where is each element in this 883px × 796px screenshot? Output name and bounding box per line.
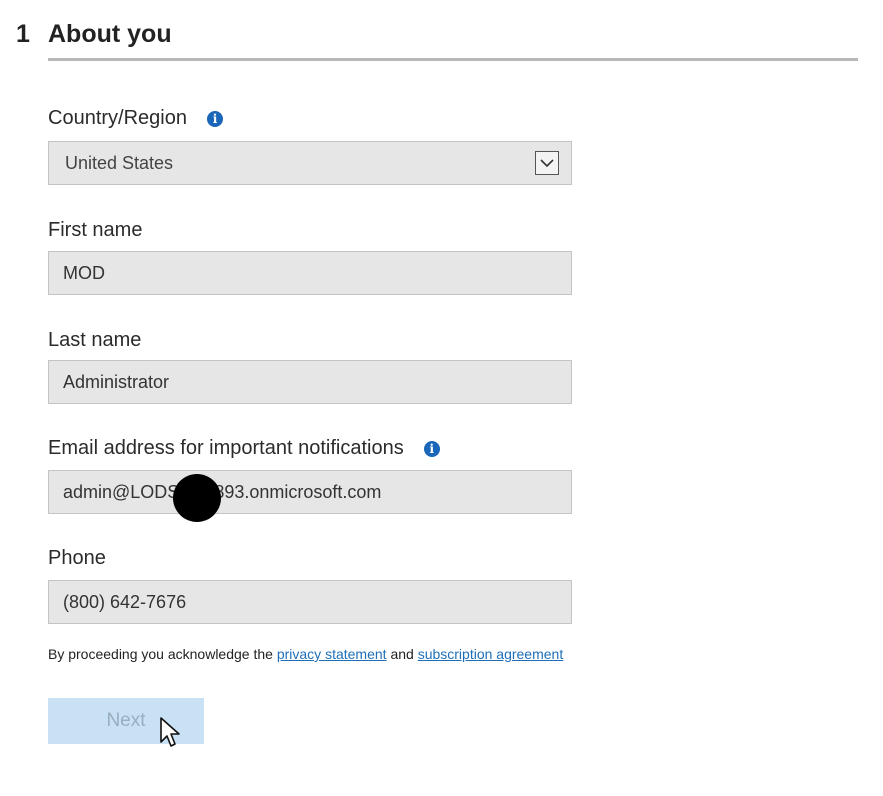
phone-label: Phone xyxy=(48,547,106,570)
section-header: 1 About you xyxy=(16,20,172,49)
step-number: 1 xyxy=(16,20,30,48)
header-divider xyxy=(48,58,858,61)
ack-prefix: By proceeding you acknowledge the xyxy=(48,646,273,662)
mouse-pointer-icon xyxy=(159,716,181,755)
first-name-label: First name xyxy=(48,219,142,242)
redaction-mark xyxy=(173,474,221,522)
last-name-input[interactable]: Administrator xyxy=(48,360,572,404)
email-value: admin@LODS 893.onmicrosoft.com xyxy=(63,481,382,502)
first-name-value: MOD xyxy=(63,262,105,283)
last-name-value: Administrator xyxy=(63,371,170,392)
email-label-text: Email address for important notification… xyxy=(48,437,404,459)
email-label: Email address for important notification… xyxy=(48,437,440,460)
phone-value: (800) 642-7676 xyxy=(63,591,187,612)
phone-input[interactable]: (800) 642-7676 xyxy=(48,580,572,624)
subscription-agreement-link[interactable]: subscription agreement xyxy=(418,646,564,662)
last-name-label-text: Last name xyxy=(48,329,142,351)
chevron-down-icon[interactable] xyxy=(535,151,559,175)
email-input[interactable]: admin@LODS 893.onmicrosoft.com xyxy=(48,470,572,514)
ack-conjunction: and xyxy=(390,646,414,662)
country-label-text: Country/Region xyxy=(48,107,187,129)
first-name-input[interactable]: MOD xyxy=(48,251,572,295)
signup-page: 1 About you Country/Region i United Stat… xyxy=(0,0,883,796)
country-label: Country/Region i xyxy=(48,107,223,130)
country-value: United States xyxy=(65,152,174,173)
privacy-statement-link[interactable]: privacy statement xyxy=(277,646,387,662)
phone-label-text: Phone xyxy=(48,547,106,569)
first-name-label-text: First name xyxy=(48,219,143,241)
info-icon[interactable]: i xyxy=(206,110,223,127)
acknowledgement-text: By proceeding you acknowledge the privac… xyxy=(48,646,563,662)
section-title: About you xyxy=(48,20,172,48)
country-select[interactable]: United States xyxy=(48,141,572,185)
info-icon[interactable]: i xyxy=(423,440,440,457)
last-name-label: Last name xyxy=(48,329,141,352)
